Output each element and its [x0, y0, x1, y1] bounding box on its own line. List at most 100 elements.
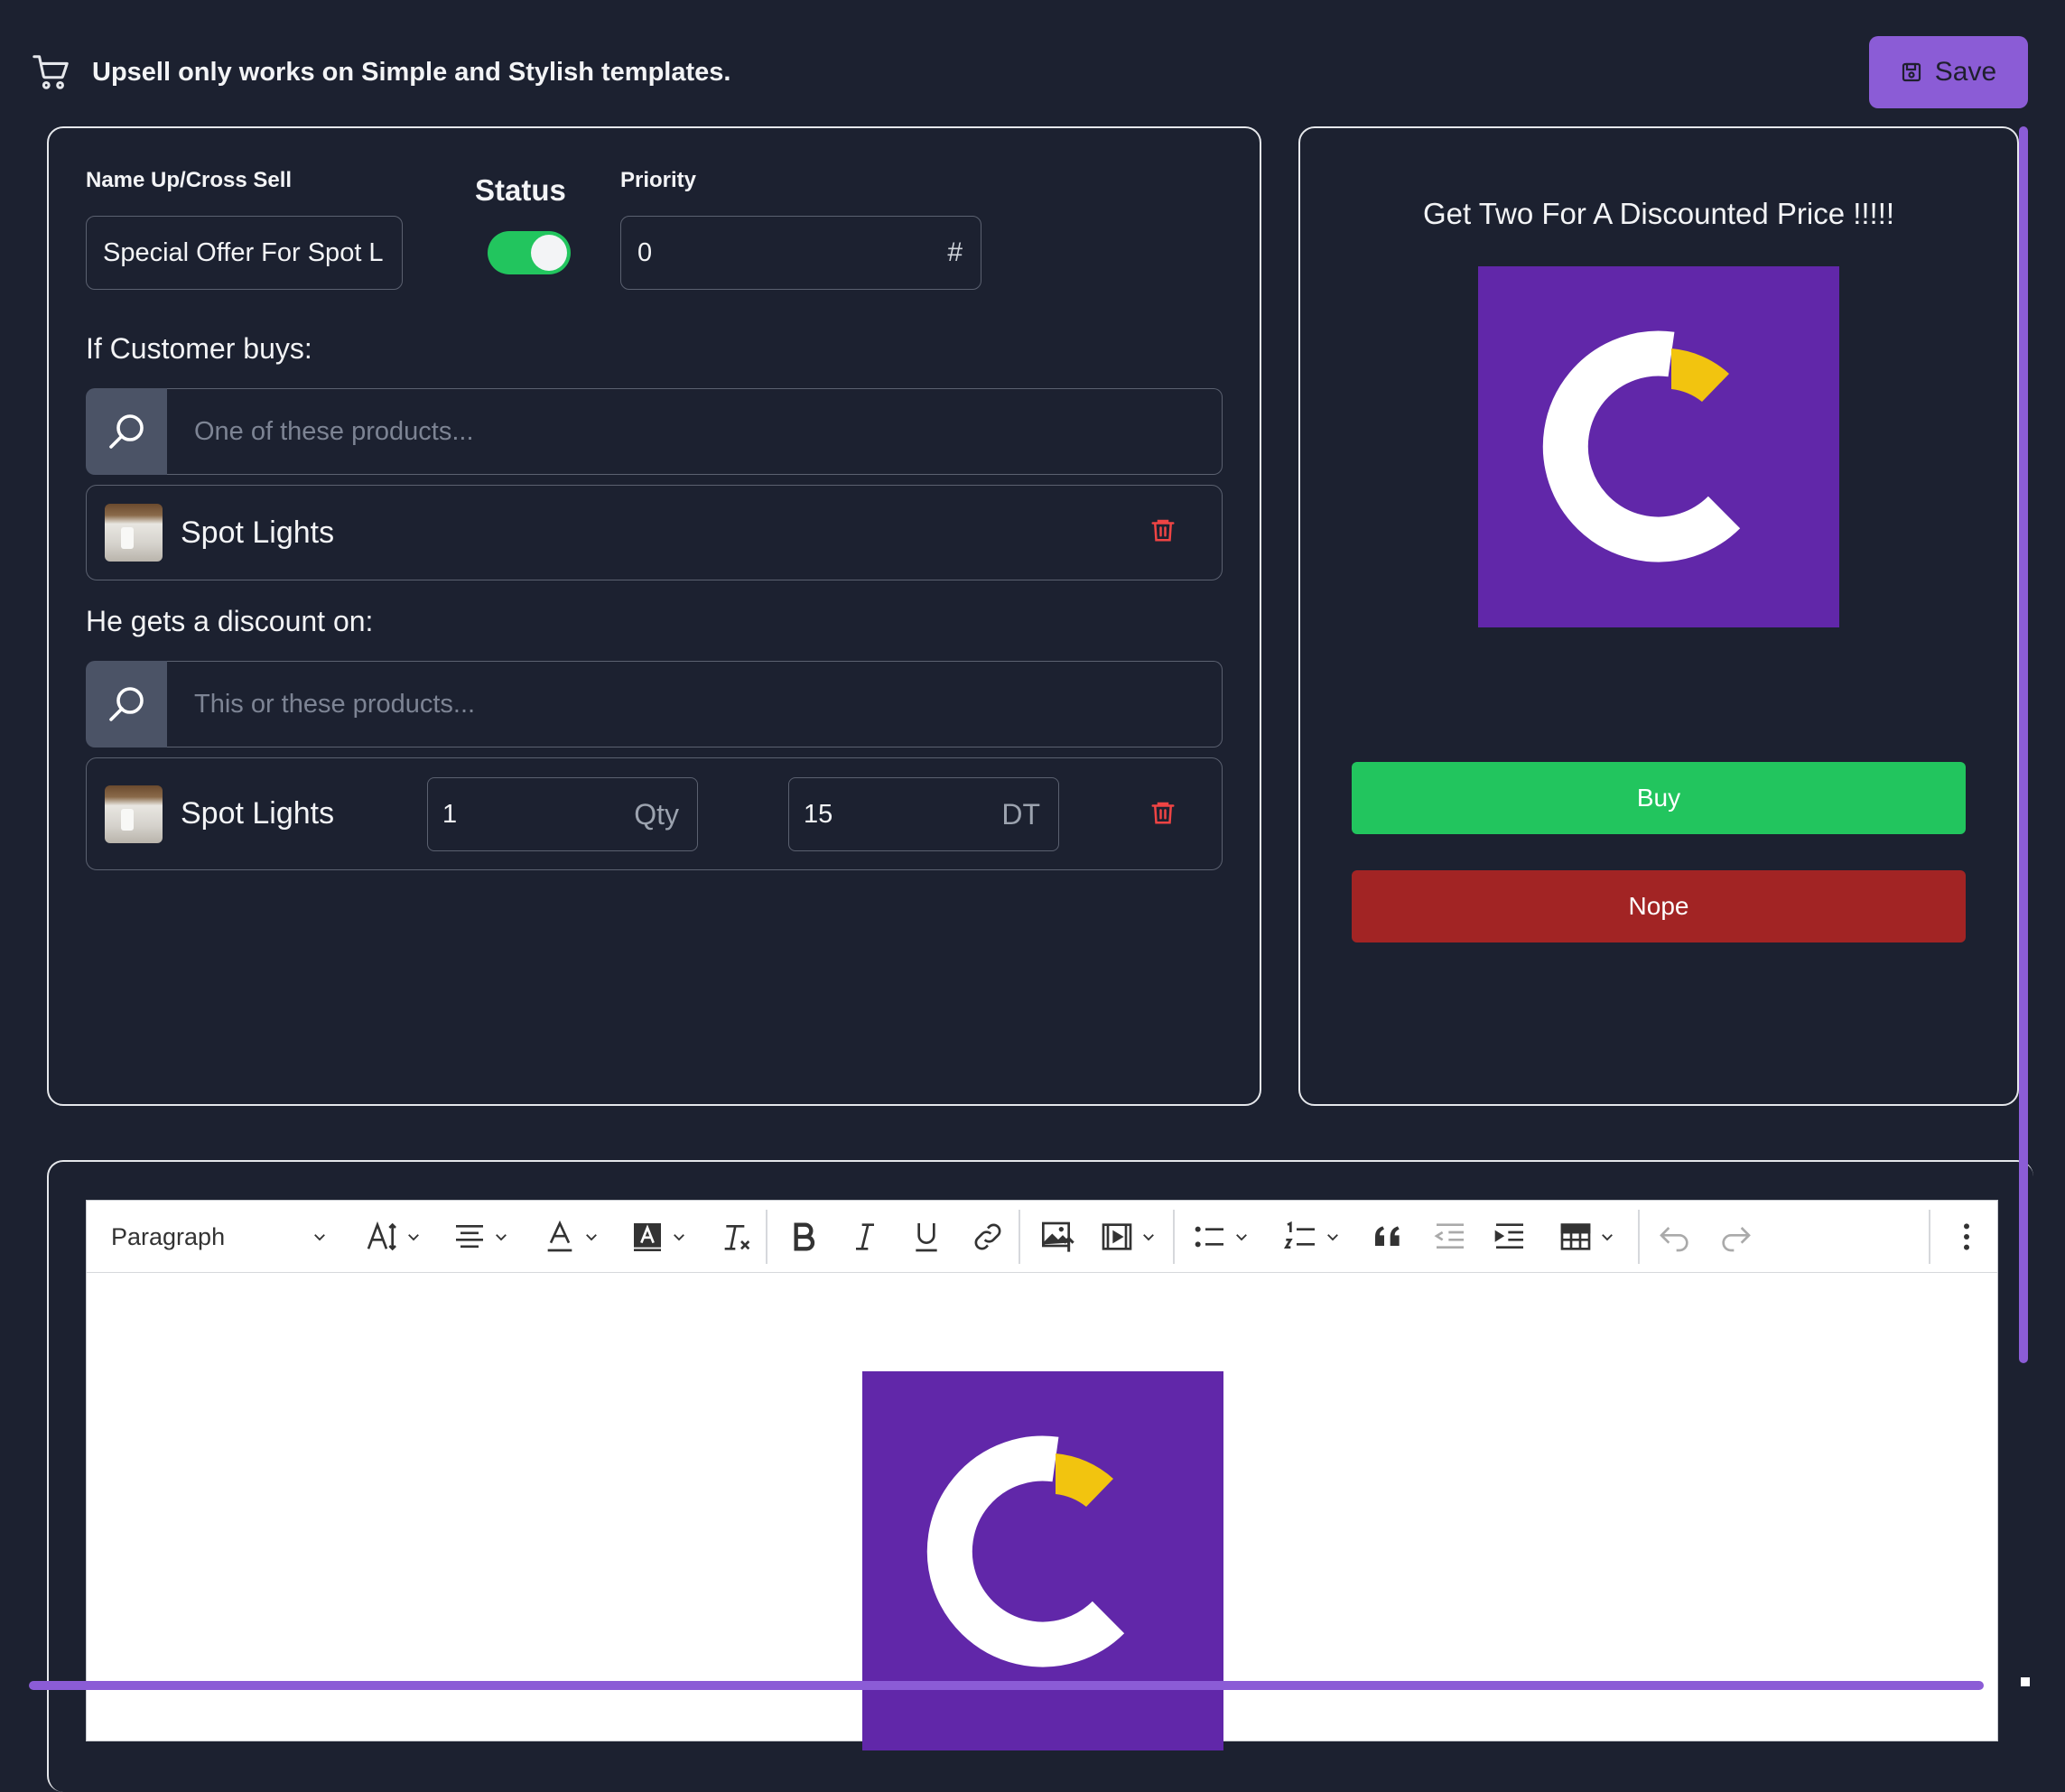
- quantity-unit: Qty: [634, 797, 679, 831]
- font-size-icon: [367, 1221, 396, 1251]
- numbered-list-dropdown[interactable]: [1275, 1201, 1349, 1273]
- search-icon-box: [86, 388, 167, 475]
- search-icon-box: [86, 661, 167, 747]
- toolbar-separator: [1019, 1210, 1020, 1264]
- toolbar-separator: [1173, 1210, 1175, 1264]
- chevron-down-icon: [314, 1234, 325, 1241]
- clear-formatting-button[interactable]: [710, 1201, 764, 1273]
- save-label: Save: [1934, 57, 1997, 87]
- currency-unit: DT: [1001, 797, 1040, 831]
- numbered-list-icon: [1283, 1221, 1315, 1249]
- toolbar-separator: [1638, 1210, 1640, 1264]
- trigger-product-item: Spot Lights: [86, 485, 1223, 580]
- image-upload-icon: [1042, 1221, 1074, 1252]
- trigger-label: If Customer buys:: [86, 332, 312, 365]
- product-name: Spot Lights: [181, 515, 335, 550]
- chevron-down-icon: [408, 1234, 419, 1241]
- outdent-button[interactable]: [1421, 1201, 1479, 1273]
- link-button[interactable]: [959, 1201, 1017, 1273]
- toolbar-separator: [1929, 1210, 1930, 1264]
- insert-table-dropdown[interactable]: [1549, 1201, 1623, 1273]
- align-center-icon: [456, 1225, 483, 1249]
- more-options-button[interactable]: [1938, 1201, 1995, 1273]
- product-logo: [1478, 266, 1839, 627]
- trigger-search-input[interactable]: One of these products...: [167, 388, 1223, 475]
- indent-icon: [1494, 1223, 1523, 1249]
- chevron-down-icon: [674, 1234, 684, 1241]
- bulleted-list-dropdown[interactable]: [1184, 1201, 1258, 1273]
- buy-button[interactable]: Buy: [1352, 762, 1966, 834]
- discount-product-search[interactable]: This or these products...: [86, 661, 1223, 747]
- c-logo-icon: [1542, 330, 1741, 562]
- template-notice: Upsell only works on Simple and Stylish …: [31, 50, 730, 95]
- notice-text: Upsell only works on Simple and Stylish …: [92, 57, 731, 87]
- font-color-dropdown[interactable]: [538, 1201, 603, 1273]
- bulleted-list-icon: [1195, 1226, 1223, 1248]
- bold-icon: [794, 1222, 815, 1251]
- undo-button[interactable]: [1646, 1201, 1704, 1273]
- trash-icon[interactable]: [1149, 515, 1177, 545]
- discount-product-item: Spot Lights 1 Qty 15 DT: [86, 757, 1223, 870]
- status-toggle[interactable]: [488, 231, 571, 274]
- name-input[interactable]: Special Offer For Spot L: [86, 216, 403, 290]
- undo-icon: [1660, 1227, 1688, 1252]
- trash-icon[interactable]: [1149, 797, 1177, 828]
- clear-formatting-icon: [724, 1225, 750, 1250]
- preview-title: Get Two For A Discounted Price !!!!!: [1422, 197, 1895, 230]
- priority-suffix: #: [947, 237, 963, 267]
- c-logo-icon: [926, 1435, 1125, 1667]
- highlight-color-icon: [634, 1223, 661, 1251]
- save-button[interactable]: Save: [1869, 36, 2028, 108]
- quantity-input[interactable]: 1 Qty: [427, 777, 698, 851]
- chevron-down-icon: [1143, 1234, 1154, 1241]
- chevron-down-icon: [1327, 1234, 1338, 1241]
- background-color-dropdown[interactable]: [626, 1201, 691, 1273]
- price-input[interactable]: 15 DT: [788, 777, 1059, 851]
- chevron-down-icon: [496, 1234, 507, 1241]
- toggle-knob: [531, 235, 567, 271]
- underline-button[interactable]: [898, 1201, 955, 1273]
- quote-icon: [1375, 1226, 1400, 1246]
- editor-logo-image[interactable]: [862, 1371, 1223, 1750]
- price-value: 15: [804, 799, 833, 829]
- block-format-label: Paragraph: [111, 1222, 226, 1250]
- chevron-down-icon: [586, 1234, 597, 1241]
- priority-input[interactable]: 0 #: [620, 216, 981, 290]
- trigger-product-search[interactable]: One of these products...: [86, 388, 1223, 475]
- nope-button[interactable]: Nope: [1352, 870, 1966, 942]
- block-format-dropdown[interactable]: Paragraph: [111, 1201, 328, 1273]
- cart-icon: [33, 55, 69, 89]
- product-thumbnail: [105, 504, 163, 562]
- toolbar-separator: [766, 1210, 767, 1264]
- redo-button[interactable]: [1707, 1201, 1764, 1273]
- insert-media-dropdown[interactable]: [1092, 1201, 1164, 1273]
- indent-button[interactable]: [1481, 1201, 1539, 1273]
- chevron-down-icon: [1236, 1234, 1247, 1241]
- underline-icon: [916, 1223, 937, 1252]
- priority-value: 0: [637, 237, 653, 267]
- blockquote-button[interactable]: [1362, 1201, 1416, 1273]
- priority-label: Priority: [620, 168, 697, 192]
- name-label: Name Up/Cross Sell: [86, 168, 293, 192]
- horizontal-scrollbar[interactable]: [29, 1681, 1984, 1690]
- chevron-down-icon: [1602, 1234, 1613, 1241]
- discount-search-input[interactable]: This or these products...: [167, 661, 1223, 747]
- italic-button[interactable]: [836, 1201, 894, 1273]
- insert-image-button[interactable]: [1028, 1201, 1089, 1273]
- vertical-scrollbar[interactable]: [2019, 126, 2028, 1363]
- table-icon: [1560, 1223, 1591, 1250]
- status-label: Status: [475, 173, 566, 207]
- align-dropdown[interactable]: [448, 1201, 513, 1273]
- more-vertical-icon: [1964, 1223, 1969, 1250]
- font-size-dropdown[interactable]: [358, 1201, 428, 1273]
- quantity-value: 1: [442, 799, 458, 829]
- bold-button[interactable]: [775, 1201, 833, 1273]
- media-icon: [1102, 1223, 1132, 1250]
- link-icon: [974, 1223, 1001, 1250]
- outdent-icon: [1434, 1223, 1464, 1249]
- search-icon: [109, 414, 144, 449]
- product-thumbnail: [105, 785, 163, 843]
- search-icon: [109, 687, 144, 721]
- font-color-icon: [547, 1220, 572, 1252]
- editor-toolbar: Paragraph: [87, 1201, 1997, 1273]
